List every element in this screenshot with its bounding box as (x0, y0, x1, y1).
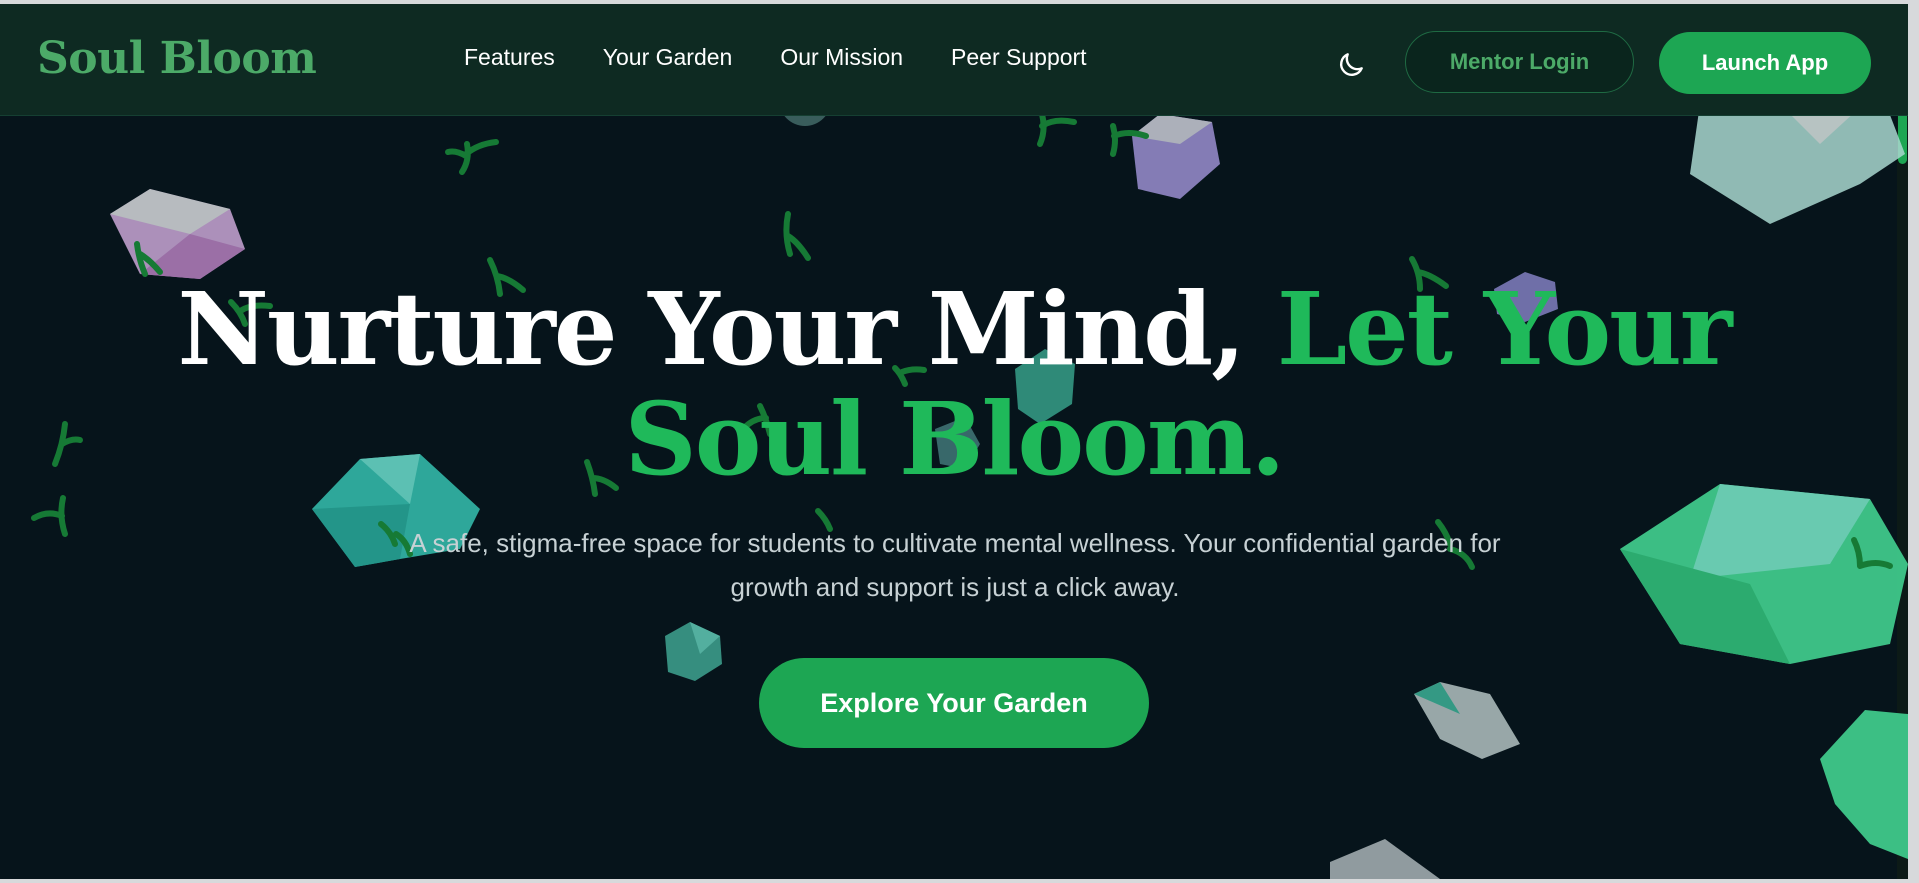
explore-garden-button[interactable]: Explore Your Garden (759, 658, 1149, 748)
top-navbar: Soul Bloom Features Your Garden Our Miss… (0, 4, 1908, 116)
hero-title-main: Nurture Your Mind, (177, 270, 1277, 388)
brand-logo[interactable]: Soul Bloom (37, 33, 317, 84)
page-viewport: Soul Bloom Features Your Garden Our Miss… (0, 4, 1908, 879)
theme-toggle-button[interactable] (1328, 42, 1374, 88)
nav-link-peer-support[interactable]: Peer Support (951, 44, 1087, 71)
hero-section: Nurture Your Mind, Let Your Soul Bloom. … (0, 4, 1908, 879)
nav-link-your-garden[interactable]: Your Garden (603, 44, 733, 71)
hero-subtitle: A safe, stigma-free space for students t… (409, 528, 1501, 602)
primary-nav: Features Your Garden Our Mission Peer Su… (464, 44, 1135, 71)
hero-title: Nurture Your Mind, Let Your Soul Bloom. (100, 274, 1808, 494)
nav-link-our-mission[interactable]: Our Mission (780, 44, 903, 71)
launch-app-button[interactable]: Launch App (1659, 32, 1871, 94)
mentor-login-button[interactable]: Mentor Login (1405, 31, 1634, 93)
nav-link-features[interactable]: Features (464, 44, 555, 71)
moon-icon (1340, 53, 1363, 76)
